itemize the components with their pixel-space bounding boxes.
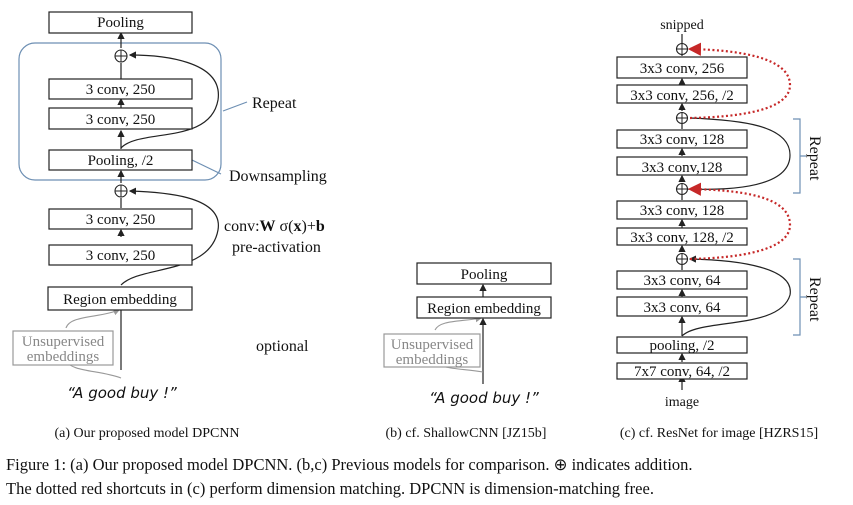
- input-text: image: [665, 395, 699, 410]
- unsupervised-label: embeddings: [396, 352, 469, 368]
- block-conv-label: 3x3 conv, 128, /2: [630, 230, 734, 246]
- block-pooling-downsample-label: Pooling, /2: [88, 153, 154, 169]
- block-conv-label: 3x3 conv, 64: [644, 273, 721, 289]
- block-conv-label: 3x3 conv, 128: [640, 203, 724, 219]
- plus-icon: ⊕: [554, 455, 568, 474]
- repeat-bracket: [793, 118, 806, 194]
- panel-b: Pooling Region embedding Unsupervised em…: [383, 262, 552, 441]
- plus-icon: [675, 42, 689, 56]
- block-conv-label: 3x3 conv, 64: [644, 300, 721, 316]
- skip-connection-lower: [120, 187, 219, 286]
- dimension-matching-shortcut: [687, 182, 792, 261]
- block-conv-label: 3x3 conv, 256, /2: [630, 88, 734, 104]
- identity-shortcut: [681, 117, 791, 190]
- skip-connection-upper: [120, 51, 219, 149]
- plus-icon: [114, 49, 128, 63]
- subcaption-a: (a) Our proposed model DPCNN: [54, 426, 239, 441]
- unsupervised-path-out: [434, 315, 483, 331]
- plus-icon: [675, 182, 689, 196]
- repeat-annotation: Repeat: [806, 136, 823, 181]
- downsampling-annotation: Downsampling: [229, 168, 327, 185]
- block-conv-label: 7x7 conv, 64, /2: [634, 364, 730, 380]
- unsupervised-label: Unsupervised: [391, 337, 474, 353]
- block-pooling-label: pooling, /2: [649, 338, 714, 354]
- block-pooling-label: Pooling: [97, 15, 144, 31]
- block-conv-label: 3x3 conv,128: [642, 160, 723, 176]
- figure-caption: Figure 1: (a) Our proposed model DPCNN. …: [6, 455, 693, 498]
- block-conv-label: 3 conv, 250: [86, 248, 155, 264]
- block-conv-label: 3 conv, 250: [86, 82, 155, 98]
- block-conv-label: 3 conv, 250: [86, 212, 155, 228]
- plus-icon: [114, 184, 128, 198]
- panel-c: snipped 3x3 conv, 256 3x3 conv, 256, /2 …: [616, 18, 823, 441]
- unsupervised-label: Unsupervised: [22, 334, 105, 350]
- block-region-embedding-label: Region embedding: [63, 292, 177, 308]
- preactivation-annotation: pre-activation: [232, 239, 321, 256]
- unsupervised-path-out: [65, 309, 121, 329]
- downsampling-leader-line: [191, 159, 222, 175]
- input-text: “A good buy !”: [67, 384, 177, 402]
- optional-annotation: optional: [256, 338, 309, 355]
- input-text: “A good buy !”: [429, 389, 539, 407]
- unsupervised-label: embeddings: [27, 349, 100, 365]
- plus-icon: [675, 111, 689, 125]
- subcaption-c: (c) cf. ResNet for image [HZRS15]: [620, 426, 818, 441]
- caption-line-1: Figure 1: (a) Our proposed model DPCNN. …: [6, 455, 693, 474]
- subcaption-b: (b) cf. ShallowCNN [JZ15b]: [386, 426, 547, 441]
- repeat-leader-line: [222, 101, 248, 112]
- caption-line-2: The dotted red shortcuts in (c) perform …: [6, 479, 654, 498]
- plus-icon: [675, 252, 689, 266]
- figure-canvas: Pooling 3 conv, 250 3 conv, 250 Pooling,…: [6, 11, 823, 498]
- conv-formula: conv:W σ(x)+b: [224, 218, 325, 235]
- panel-a: Pooling 3 conv, 250 3 conv, 250 Pooling,…: [12, 11, 327, 441]
- snipped-label: snipped: [660, 18, 704, 33]
- repeat-annotation: Repeat: [806, 277, 823, 322]
- block-region-embedding-label: Region embedding: [427, 301, 541, 317]
- block-conv-label: 3x3 conv, 256: [640, 61, 725, 77]
- block-conv-label: 3 conv, 250: [86, 112, 155, 128]
- repeat-annotation: Repeat: [252, 95, 297, 112]
- block-pooling-label: Pooling: [461, 267, 508, 283]
- block-conv-label: 3x3 conv, 128: [640, 132, 724, 148]
- repeat-bracket: [793, 258, 806, 336]
